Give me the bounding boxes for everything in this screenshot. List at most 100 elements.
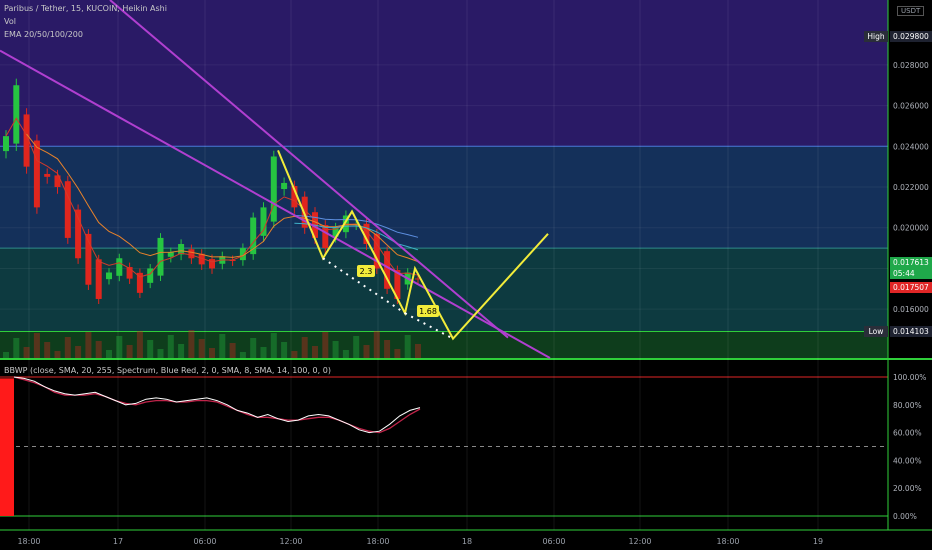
low-label: Low [864,326,888,337]
low-value: 0.014103 [890,326,932,337]
volume-bar [54,351,61,358]
volume-bar [3,352,9,358]
volume-bar [167,335,174,358]
bbwp-tick-label: 80.00% [893,401,922,410]
price-tick-label: 0.028000 [893,61,929,70]
price-tick-label: 0.026000 [893,102,929,111]
candle-body [260,207,267,236]
candle-body [44,173,51,177]
volume-bar [157,349,164,358]
volume-bar [229,343,236,358]
currency-label[interactable]: USDT [897,6,925,16]
time-tick-label: 19 [813,537,823,546]
volume-bar [126,345,133,358]
panel-divider [0,358,932,360]
last-price-tag: 0.017613 [890,257,932,268]
candle-body [116,258,123,276]
candle-body [209,259,215,269]
volume-bar [291,351,298,358]
volume-bar [415,344,421,358]
zone-blue [0,146,888,249]
volume-bar [85,332,92,358]
time-tick-label: 18:00 [17,537,40,546]
candle-body [281,182,288,190]
ratio-label-a: 2.3 [360,267,373,276]
price-tick-label: 0.022000 [893,183,929,192]
volume-bar [106,350,112,358]
price-tick-label: 0.016000 [893,305,929,314]
countdown-tag: 05:44 [890,268,932,279]
price-zones [0,0,932,531]
bbwp-tick-label: 0.00% [893,512,917,521]
volume-bar [188,330,195,358]
symbol-title[interactable]: Paribus / Tether, 15, KUCOIN, Heikin Ash… [4,4,167,13]
volume-bar [353,336,360,358]
time-tick-label: 18 [462,537,472,546]
volume-bar [239,352,246,358]
candle-body [188,249,195,259]
volume-bar [312,346,318,358]
volume-bar [198,339,205,358]
candle-body [147,268,154,283]
volume-bar [404,335,411,358]
time-tick-label: 12:00 [628,537,651,546]
candle-body [322,225,329,249]
volume-bar [270,333,277,358]
candle-body [13,85,20,144]
time-tick-label: 18:00 [366,537,389,546]
time-tick-label: 12:00 [279,537,302,546]
candle-body [157,237,164,276]
indicator-background [0,360,888,530]
price-chart[interactable]: 2.3 1.68 0.028000 0.026000 0.024000 0.022000… [0,0,932,550]
zone-green [0,331,888,358]
volume-bar [373,331,380,358]
ema-indicator-label[interactable]: EMA 20/50/100/200 [4,30,83,39]
candle-body [270,156,277,222]
volume-indicator-label[interactable]: Vol [4,17,16,26]
volume-bar [384,340,391,358]
bbwp-tick-label: 100.00% [893,373,926,382]
candle-body [95,259,102,299]
candle-body [167,252,174,257]
time-tick-label: 17 [113,537,123,546]
zone-purple [0,14,888,147]
time-axis: 18:00 17 06:00 12:00 18:00 18 06:00 12:00 18:00 1… [17,537,823,546]
volume-bar [301,337,308,358]
volume-bar [75,346,82,358]
volume-bar [95,341,102,358]
volume-bar [23,347,30,358]
volume-bar [281,342,288,358]
volume-bar [178,344,185,358]
bbwp-extreme-bar [0,378,14,516]
ratio-label-b: 1.68 [419,307,437,316]
volume-bar [332,341,339,358]
volume-bar [394,349,401,358]
bbwp-indicator-label[interactable]: BBWP (close, SMA, 20, 255, Spectrum, Blu… [4,366,331,375]
high-label: High [864,31,888,42]
volume-bar [116,336,123,358]
volume-bar [33,333,40,358]
bbwp-tick-label: 20.00% [893,484,922,493]
high-value: 0.029800 [890,31,932,42]
volume-bar [342,350,349,358]
volume-bar [147,340,154,358]
volume-bar [13,338,20,358]
volume-bar [44,342,51,358]
bid-price-tag: 0.017507 [890,282,932,293]
bbwp-tick-label: 60.00% [893,429,922,438]
volume-bar [250,338,257,358]
price-tick-label: 0.020000 [893,224,929,233]
time-tick-label: 18:00 [716,537,739,546]
volume-bar [260,347,267,358]
volume-bar [219,334,226,358]
volume-bar [209,348,215,358]
volume-bar [322,332,329,358]
bbwp-tick-label: 40.00% [893,456,922,465]
volume-bar [363,345,370,358]
time-tick-label: 06:00 [193,537,216,546]
volume-bar [136,331,143,358]
zone-teal [0,248,888,332]
candle-body [33,140,40,208]
time-tick-label: 06:00 [542,537,565,546]
candle-body [64,181,71,238]
